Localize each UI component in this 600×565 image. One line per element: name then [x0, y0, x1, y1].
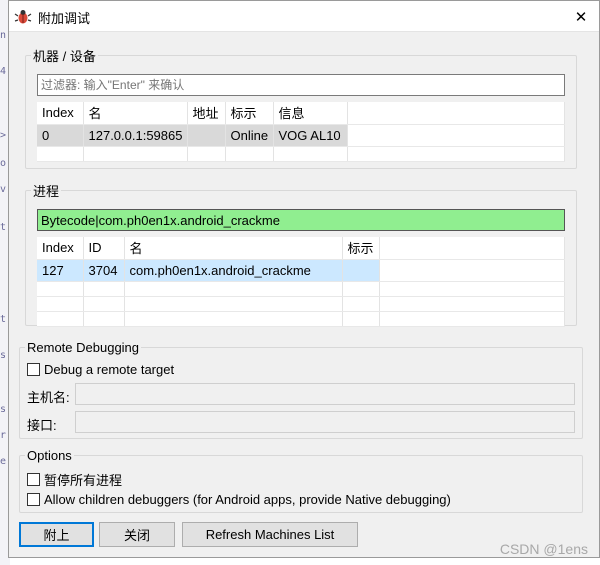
column-header-id[interactable]: ID	[83, 237, 125, 260]
attach-debugger-dialog: 附加调试 ✕ 机器 / 设备 Index 名 地址 标示 信息 0 127.0.…	[8, 0, 600, 558]
bug-icon	[14, 8, 32, 26]
process-filter-input[interactable]	[37, 209, 565, 231]
remote-debugging-group-title: Remote Debugging	[25, 340, 142, 355]
checkbox-box[interactable]	[27, 363, 40, 376]
checkbox-box[interactable]	[27, 493, 40, 506]
watermark: CSDN @1ens	[499, 541, 588, 557]
checkbox-label: 暂停所有进程	[44, 473, 123, 488]
window-title: 附加调试	[38, 11, 91, 26]
process-table: Index ID 名 标示 127 3704 com.ph0en1x.andro…	[37, 237, 565, 327]
checkbox-label: Debug a remote target	[44, 362, 175, 377]
attach-button[interactable]: 附上	[19, 522, 94, 547]
close-icon: ✕	[574, 8, 588, 26]
column-header-name[interactable]: 名	[83, 102, 188, 125]
machines-filter-input[interactable]	[37, 74, 565, 96]
table-row-empty	[37, 146, 565, 162]
cell-name: com.ph0en1x.android_crackme	[124, 259, 343, 282]
column-header-info[interactable]: 信息	[273, 102, 348, 125]
allow-children-debuggers-checkbox[interactable]: Allow children debuggers (for Android ap…	[27, 492, 451, 507]
machines-table: Index 名 地址 标示 信息 0 127.0.0.1:59865 Onlin…	[37, 102, 565, 162]
cell-info: VOG AL10	[273, 124, 348, 147]
table-row[interactable]: 127 3704 com.ph0en1x.android_crackme	[37, 259, 565, 282]
cell-index: 0	[37, 124, 84, 147]
column-header-address[interactable]: 地址	[187, 102, 226, 125]
column-header-name[interactable]: 名	[124, 237, 343, 260]
background-code-fragment: t	[0, 314, 7, 325]
background-code-fragment: o	[0, 158, 7, 169]
checkbox-label: Allow children debuggers (for Android ap…	[44, 492, 451, 507]
host-label: 主机名:	[27, 390, 70, 405]
background-code-fragment: s	[0, 404, 7, 415]
options-group-title: Options	[25, 448, 74, 463]
machines-table-header: Index 名 地址 标示 信息	[37, 102, 565, 125]
column-header-flag[interactable]: 标示	[225, 102, 274, 125]
cell-flag: Online	[225, 124, 274, 147]
cell-name: 127.0.0.1:59865	[83, 124, 188, 147]
background-code-fragment: s	[0, 350, 7, 361]
background-code-fragment: >	[0, 130, 7, 141]
machines-group-title: 机器 / 设备	[31, 46, 98, 65]
column-header-flag[interactable]: 标示	[342, 237, 380, 260]
checkbox-box[interactable]	[27, 473, 40, 486]
background-code-fragment: t	[0, 222, 7, 233]
process-table-header: Index ID 名 标示	[37, 237, 565, 260]
cell-index: 127	[37, 259, 84, 282]
table-row-empty	[37, 296, 565, 312]
column-header-index[interactable]: Index	[37, 102, 84, 125]
process-group-title: 进程	[31, 181, 62, 200]
port-label: 接口:	[27, 418, 57, 433]
refresh-machines-button[interactable]: Refresh Machines List	[182, 522, 358, 547]
background-code-fragment: r	[0, 430, 7, 441]
table-row-empty	[37, 281, 565, 297]
background-code-fragment: 4	[0, 66, 7, 77]
table-row-empty	[37, 311, 565, 327]
cell-address	[187, 124, 226, 147]
table-row[interactable]: 0 127.0.0.1:59865 Online VOG AL10	[37, 124, 565, 147]
title-bar[interactable]: 附加调试 ✕	[9, 1, 599, 32]
close-window-button[interactable]: ✕	[563, 1, 599, 32]
port-field[interactable]	[75, 411, 575, 433]
host-field[interactable]	[75, 383, 575, 405]
background-code-fragment: v	[0, 184, 7, 195]
background-code-fragment: n	[0, 30, 7, 41]
background-code-fragment: e	[0, 456, 7, 467]
close-button[interactable]: 关闭	[99, 522, 175, 547]
cell-flag	[342, 259, 380, 282]
debug-remote-target-checkbox[interactable]: Debug a remote target	[27, 362, 174, 377]
column-header-index[interactable]: Index	[37, 237, 84, 260]
cell-id: 3704	[83, 259, 125, 282]
pause-all-processes-checkbox[interactable]: 暂停所有进程	[27, 470, 122, 489]
